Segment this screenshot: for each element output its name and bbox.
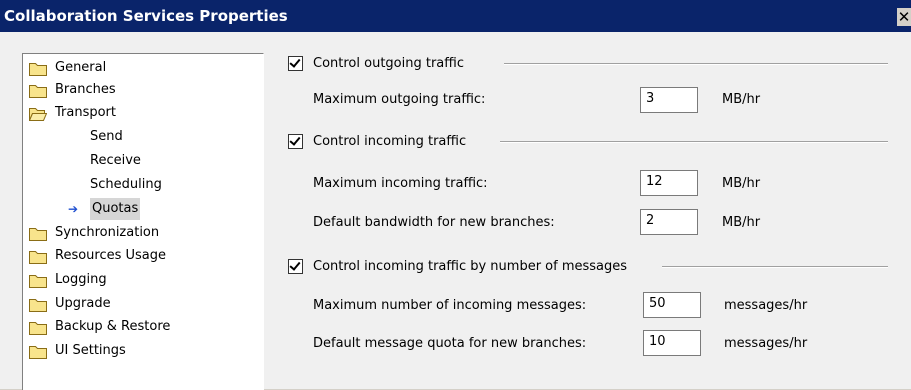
- control-incoming-label[interactable]: Control incoming traffic: [313, 131, 466, 153]
- selected-arrow-icon: ➔: [68, 202, 79, 216]
- folder-icon: [29, 85, 47, 98]
- max-messages-label: Maximum number of incoming messages:: [313, 298, 587, 313]
- tree-item-label: Transport: [55, 105, 117, 120]
- group-divider: [662, 266, 888, 268]
- default-message-quota-unit: messages/hr: [724, 336, 808, 351]
- control-messages-checkbox[interactable]: [288, 259, 303, 274]
- folder-icon: [29, 275, 47, 288]
- tree-item-label: General: [55, 60, 107, 75]
- default-message-quota-label: Default message quota for new branches:: [313, 336, 587, 351]
- control-messages-label[interactable]: Control incoming traffic by number of me…: [313, 256, 627, 278]
- tree-item-label: Branches: [55, 82, 116, 97]
- tree-item-label: Receive: [90, 153, 141, 168]
- quotas-panel: Control outgoing traffic Maximum outgoin…: [278, 45, 911, 389]
- tree-item-label: Upgrade: [55, 296, 111, 311]
- max-messages-input[interactable]: 50: [643, 292, 701, 318]
- folder-icon: [29, 346, 47, 359]
- control-incoming-checkbox[interactable]: [288, 134, 303, 149]
- default-bandwidth-label: Default bandwidth for new branches:: [313, 215, 555, 230]
- tree-item-label: UI Settings: [55, 343, 126, 358]
- default-bandwidth-unit: MB/hr: [722, 215, 761, 230]
- group-divider: [500, 141, 888, 143]
- max-incoming-label: Maximum incoming traffic:: [313, 176, 488, 191]
- tree-item-label: Backup & Restore: [55, 319, 171, 334]
- group-divider: [504, 63, 888, 65]
- default-message-quota-input[interactable]: 10: [643, 330, 701, 356]
- folder-icon: [29, 63, 47, 76]
- folder-icon: [29, 322, 47, 335]
- max-outgoing-unit: MB/hr: [722, 92, 761, 107]
- tree-item-label: Synchronization: [55, 225, 160, 240]
- title-bar: Collaboration Services Properties ✕: [0, 0, 911, 32]
- max-incoming-unit: MB/hr: [722, 176, 761, 191]
- folder-icon: [29, 228, 47, 241]
- folder-icon: [29, 299, 47, 312]
- folder-icon: [29, 251, 47, 264]
- max-outgoing-label: Maximum outgoing traffic:: [313, 92, 486, 107]
- settings-tree[interactable]: General Branches Transport Send Receive …: [22, 53, 264, 390]
- control-outgoing-checkbox[interactable]: [288, 56, 303, 71]
- tree-item-label: Logging: [55, 272, 107, 287]
- default-bandwidth-input[interactable]: 2: [640, 209, 698, 235]
- open-folder-icon: [29, 108, 47, 121]
- tree-item-label: Scheduling: [90, 177, 162, 192]
- max-incoming-input[interactable]: 12: [640, 170, 698, 196]
- control-outgoing-label[interactable]: Control outgoing traffic: [313, 53, 464, 75]
- close-icon[interactable]: ✕: [897, 8, 911, 26]
- tree-item-label: Send: [90, 129, 123, 144]
- max-messages-unit: messages/hr: [724, 298, 808, 313]
- tree-item-label: Quotas: [90, 198, 141, 220]
- window-title: Collaboration Services Properties: [4, 7, 288, 25]
- tree-item-label: Resources Usage: [55, 248, 167, 263]
- max-outgoing-input[interactable]: 3: [640, 87, 698, 113]
